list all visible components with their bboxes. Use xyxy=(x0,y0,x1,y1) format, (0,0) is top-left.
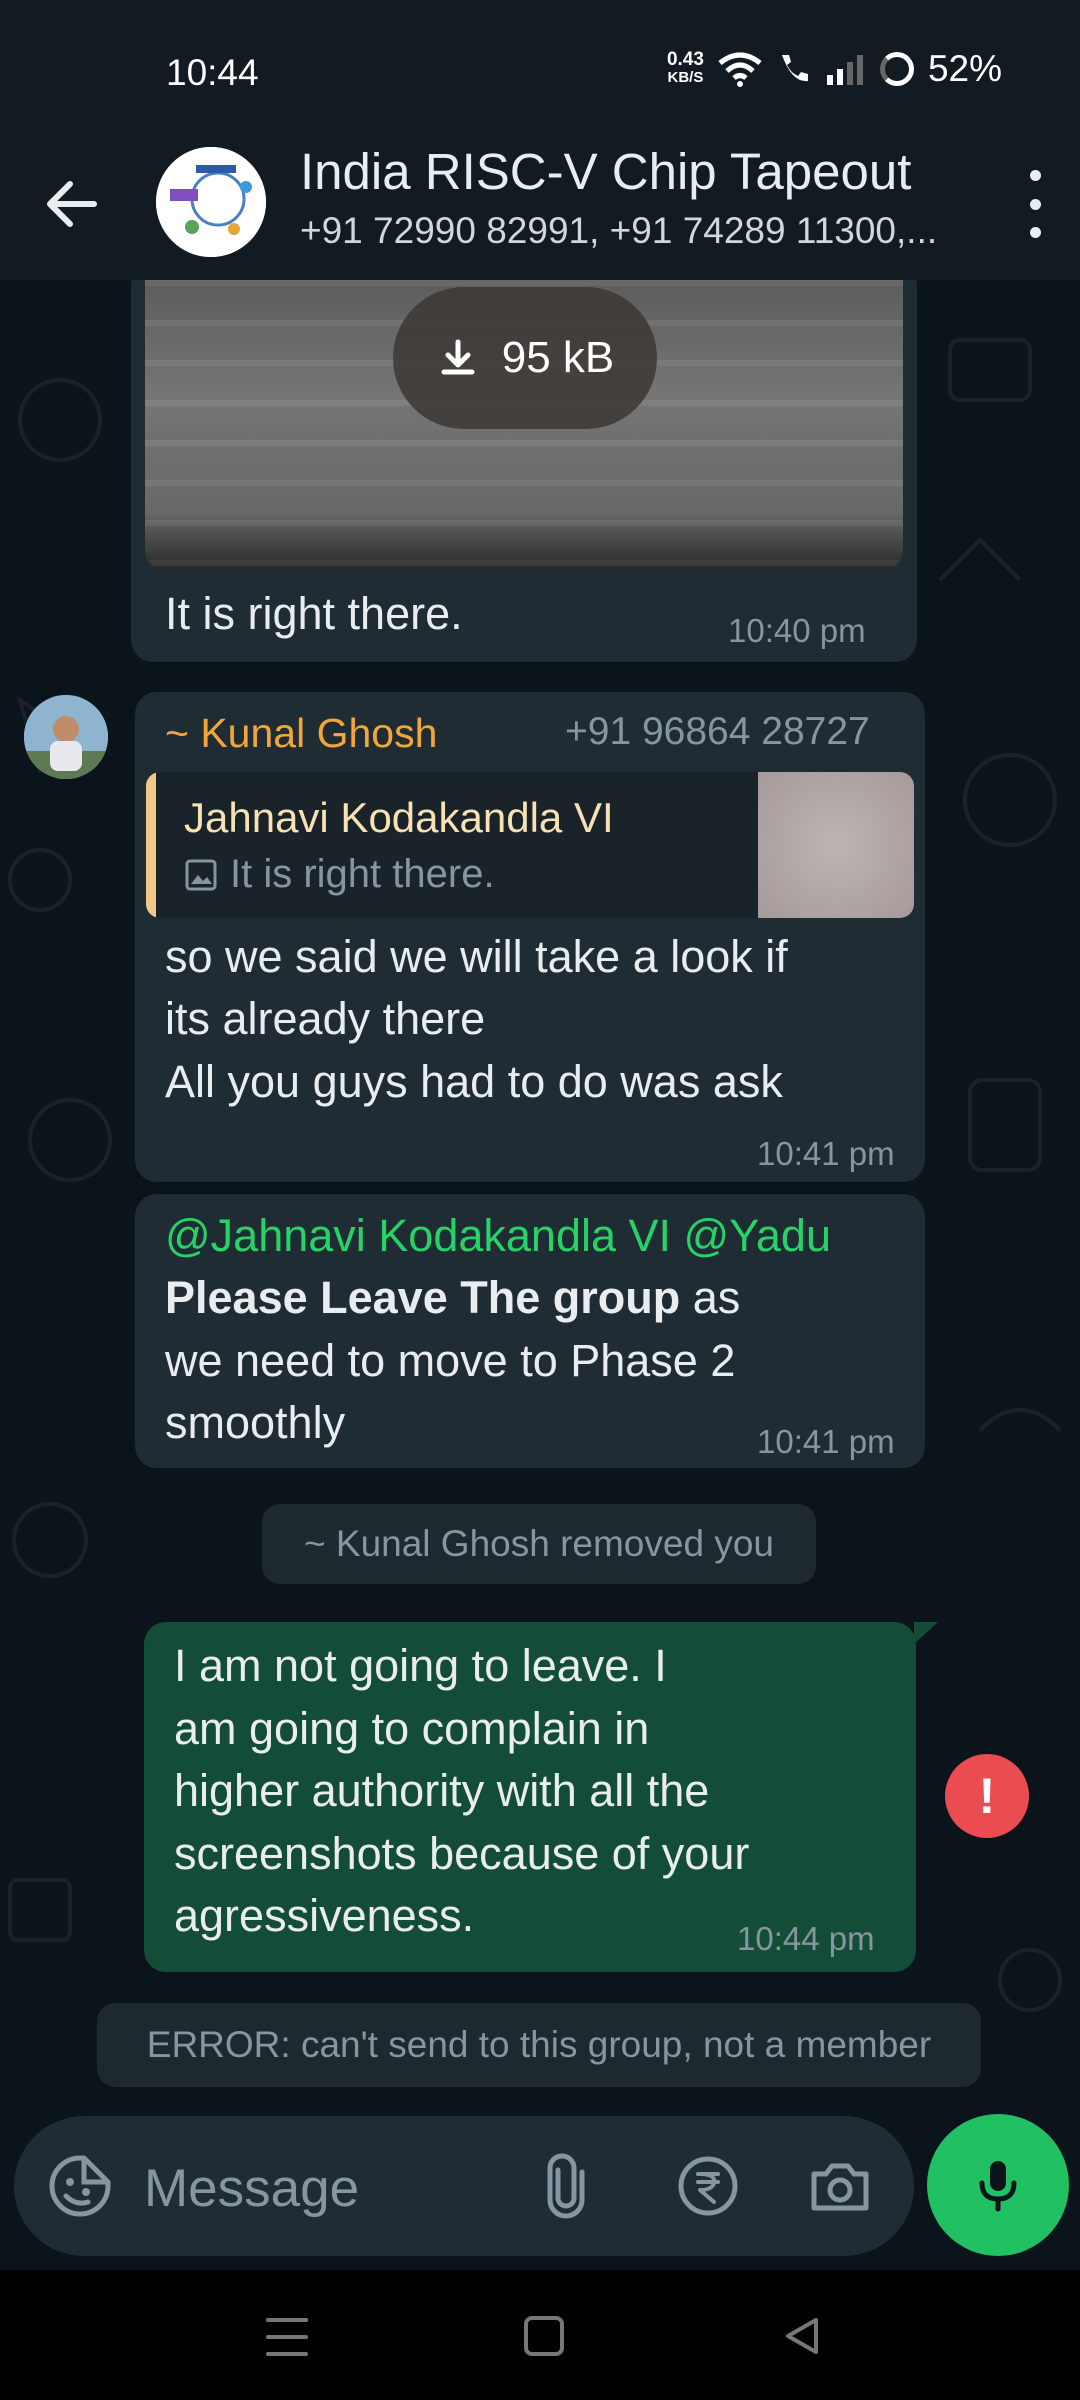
sender-name[interactable]: ~ Kunal Ghosh xyxy=(165,710,437,757)
message-text-line: we need to move to Phase 2 xyxy=(165,1335,736,1386)
signal-icon xyxy=(826,55,863,85)
message-time: 10:40 pm xyxy=(728,612,866,649)
quote-thumbnail xyxy=(758,772,914,918)
home-button[interactable] xyxy=(524,2316,564,2356)
download-icon xyxy=(441,339,475,375)
message-caption: It is right there. xyxy=(165,588,463,639)
sender-photo xyxy=(24,695,108,779)
group-logo-image xyxy=(156,147,266,257)
battery-level: 52% xyxy=(927,48,1002,89)
camera-icon[interactable] xyxy=(806,2152,874,2220)
group-avatar[interactable] xyxy=(156,147,266,257)
message-text-line: its already there xyxy=(165,993,486,1044)
network-speed-value: 0.43 xyxy=(666,49,704,70)
bold-text: Please Leave The group xyxy=(165,1272,681,1323)
download-size: 95 kB xyxy=(501,333,615,382)
image-icon xyxy=(185,859,217,891)
system-message: ~ Kunal Ghosh removed you xyxy=(262,1504,816,1584)
message-text-line: screenshots because of your xyxy=(174,1828,750,1879)
sender-avatar[interactable] xyxy=(24,695,108,779)
arrow-left-icon[interactable] xyxy=(38,170,106,238)
message-text-line: smoothly xyxy=(165,1397,346,1448)
message-text-line: so we said we will take a look if xyxy=(165,931,788,982)
message-time: 10:41 pm xyxy=(757,1135,895,1172)
message-text-line: All you guys had to do was ask xyxy=(165,1056,783,1107)
quoted-message[interactable]: Jahnavi Kodakandla VI It is right there. xyxy=(146,772,914,918)
message-input-bar xyxy=(0,2102,1080,2270)
message-input-container[interactable] xyxy=(14,2116,914,2256)
quote-accent-bar xyxy=(146,772,156,918)
bubble-tail xyxy=(914,1622,938,1644)
message-mentions: @Jahnavi Kodakandla VI @Yadu xyxy=(165,1205,831,1267)
recent-apps-button[interactable] xyxy=(266,2318,308,2356)
mention-link[interactable]: @Jahnavi Kodakandla VI xyxy=(165,1210,671,1261)
more-vert-icon[interactable] xyxy=(1020,170,1050,238)
send-failed-badge[interactable]: ! xyxy=(945,1754,1029,1838)
nav-back-icon[interactable] xyxy=(780,2314,824,2358)
network-speed-unit: KB/S xyxy=(667,69,704,86)
network-speed: 0.43 KB/S xyxy=(666,49,704,87)
paperclip-icon[interactable] xyxy=(532,2152,600,2220)
mention-link[interactable]: @Yadu xyxy=(684,1210,831,1261)
sticker-emoji-icon[interactable] xyxy=(46,2152,114,2220)
battery-icon xyxy=(879,52,914,86)
status-time: 10:44 xyxy=(166,52,259,93)
message-text-line: Please Leave The group as xyxy=(165,1267,740,1329)
message-input[interactable] xyxy=(144,2158,524,2219)
sender-phone: +91 96864 28727 xyxy=(565,710,870,753)
download-button[interactable]: 95 kB xyxy=(393,287,657,429)
quote-text: It is right there. xyxy=(230,852,495,896)
status-bar: 10:44 0.43 KB/S 52% xyxy=(0,0,1080,130)
wifi-icon xyxy=(718,52,762,87)
group-members[interactable]: +91 72990 82991, +91 74289 11300,... xyxy=(300,210,960,252)
status-icons: 0.43 KB/S 52% xyxy=(667,48,1002,90)
message-time: 10:44 pm xyxy=(737,1920,875,1957)
group-title[interactable]: India RISC-V Chip Tapeout xyxy=(300,142,911,201)
message-time: 10:41 pm xyxy=(757,1423,895,1460)
microphone-icon xyxy=(979,2161,1017,2212)
system-nav-bar xyxy=(0,2270,1080,2400)
mic-button[interactable] xyxy=(927,2114,1069,2256)
wifi-calling-icon xyxy=(781,55,808,82)
quote-sender-name: Jahnavi Kodakandla VI xyxy=(184,794,614,841)
message-text-line: higher authority with all the xyxy=(174,1765,710,1816)
message-text-line: agressiveness. xyxy=(174,1890,475,1941)
chat-area[interactable]: 95 kB It is right there. 10:40 pm ~ Kuna… xyxy=(0,280,1080,2102)
chat-header[interactable]: India RISC-V Chip Tapeout +91 72990 8299… xyxy=(0,130,1080,280)
rupee-icon[interactable] xyxy=(674,2152,742,2220)
message-text-fragment: as xyxy=(680,1272,741,1323)
error-message: ERROR: can't send to this group, not a m… xyxy=(97,2003,981,2087)
message-text-line: I am not going to leave. I xyxy=(174,1640,667,1691)
message-text-line: am going to complain in xyxy=(174,1703,650,1754)
